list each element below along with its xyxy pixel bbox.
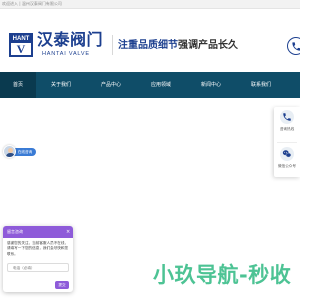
top-bar: 欢迎进入 | 温州汉泰阀门有限公司 (0, 0, 300, 9)
float-item-wechat[interactable]: 微信公众号 (274, 144, 300, 176)
float-label-hotline: 咨询热线 (279, 127, 295, 131)
nav-item-home[interactable]: 首页 (0, 72, 36, 98)
header-phone-icon[interactable] (287, 37, 300, 55)
main-nav: 首页 关于我们 产品中心 应用领域 新闻中心 联系我们 (0, 72, 300, 98)
brand-name-en: HANTAI VALVE (42, 51, 90, 57)
brand-name[interactable]: 汉泰阀门 (37, 33, 103, 49)
avatar (3, 145, 16, 158)
chat-message: 感谢您的关注，当前客服人员不在线，请填写一下您的信息，我们会尽快和您联系。 (7, 241, 69, 256)
nav-item-about[interactable]: 关于我们 (36, 72, 86, 98)
chat-popup: 留言咨询 × 感谢您的关注，当前客服人员不在线，请填写一下您的信息，我们会尽快和… (3, 226, 73, 292)
slogan: 注重品质细节强调产品长久 (118, 40, 238, 52)
float-divider (277, 142, 297, 143)
slogan-part-2: 强调产品长久 (178, 40, 238, 51)
nav-item-products[interactable]: 产品中心 (86, 72, 136, 98)
nav-item-news[interactable]: 新闻中心 (186, 72, 236, 98)
float-item-hotline[interactable]: 咨询热线 (274, 107, 300, 139)
logo-mark: V (16, 42, 26, 56)
header-divider (112, 35, 113, 55)
online-advisor[interactable]: 在线咨询 (3, 145, 45, 158)
wechat-icon (280, 147, 294, 161)
slogan-part-1: 注重品质细节 (118, 40, 178, 51)
close-icon[interactable]: × (66, 226, 70, 238)
phone-icon (280, 110, 294, 124)
chat-title: 留言咨询 (7, 229, 23, 234)
watermark: 小玖导航-秒收 (153, 263, 292, 287)
floating-contact-panel: 咨询热线 微信公众号 (274, 107, 300, 177)
phone-input[interactable] (7, 263, 69, 272)
page: 欢迎进入 | 温州汉泰阀门有限公司 HANT V 汉泰阀门 HANTAI VAL… (0, 0, 300, 300)
chat-header: 留言咨询 × (3, 226, 73, 238)
site-header: HANT V 汉泰阀门 HANTAI VALVE 注重品质细节强调产品长久 (0, 9, 300, 72)
advisor-label: 在线咨询 (14, 148, 36, 156)
submit-button[interactable]: 提交 (55, 281, 69, 289)
nav-item-applications[interactable]: 应用领域 (136, 72, 186, 98)
float-label-wechat: 微信公众号 (278, 164, 296, 168)
logo[interactable]: HANT V (9, 33, 33, 57)
top-bar-text: 欢迎进入 | 温州汉泰阀门有限公司 (2, 1, 62, 6)
avatar-body (6, 153, 15, 157)
nav-item-contact[interactable]: 联系我们 (236, 72, 286, 98)
